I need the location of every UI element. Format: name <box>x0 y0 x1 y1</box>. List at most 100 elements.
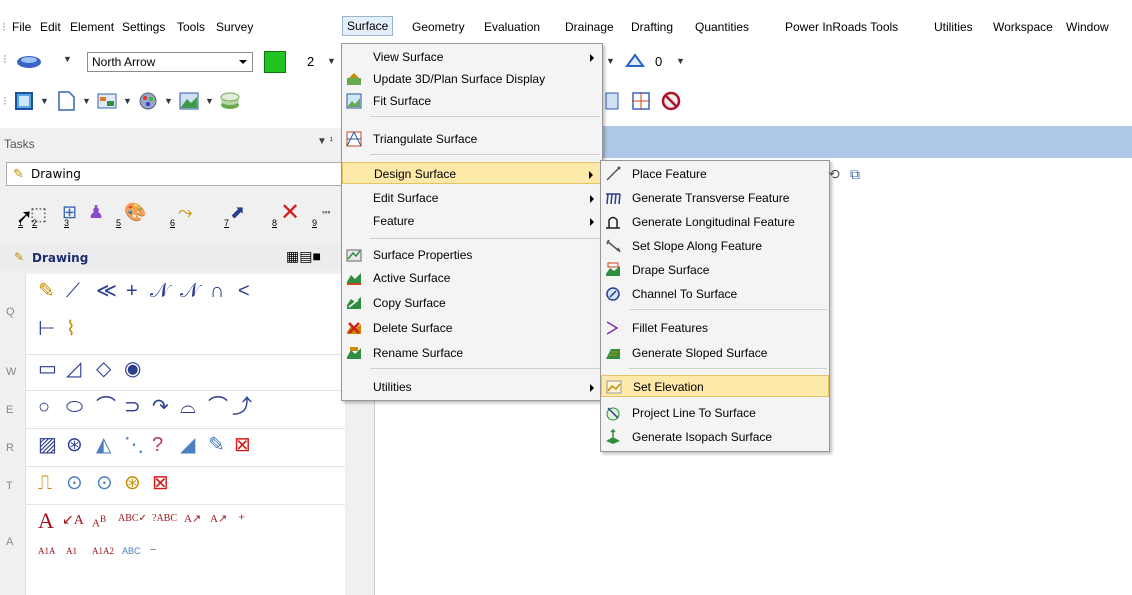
chevron-down-icon[interactable]: ▼ <box>606 56 615 66</box>
menu-edit[interactable]: Edit <box>40 20 61 34</box>
no-display-icon[interactable] <box>660 90 682 112</box>
menu-drainage[interactable]: Drainage <box>565 20 614 34</box>
reference-icon[interactable] <box>96 90 118 112</box>
submenu-item-place-feature[interactable]: Place Feature <box>601 163 829 185</box>
cube-view-icon[interactable] <box>13 90 35 112</box>
delete-icon[interactable]: ✕ <box>280 198 300 227</box>
menu-item-fit-surface[interactable]: Fit Surface <box>342 90 602 112</box>
brush-icon[interactable]: ♟ <box>88 202 104 223</box>
polyline-tool-icon[interactable]: 𝒩 <box>150 280 169 302</box>
text-query-tool-icon[interactable]: ?ABC <box>152 508 177 530</box>
area-fill-tool-icon[interactable]: ◢ <box>180 434 195 456</box>
cell-query-tool-icon[interactable]: ⊙ <box>96 472 113 494</box>
menu-tools[interactable]: Tools <box>177 20 205 34</box>
text-increment-tool-icon[interactable]: A↗ <box>184 508 201 530</box>
copy-increment-text-tool-icon[interactable]: A1A2 <box>92 540 114 562</box>
spell-check-tool-icon[interactable]: ABC✓ <box>118 508 147 530</box>
menu-item-update-display[interactable]: Update 3D/Plan Surface Display <box>342 68 602 90</box>
menu-power-inroads-tools[interactable]: Power InRoads Tools <box>785 20 898 34</box>
menu-item-utilities[interactable]: Utilities <box>342 376 602 398</box>
menu-item-design-surface[interactable]: Design Surface <box>342 162 602 184</box>
menu-surface[interactable]: Surface <box>342 16 394 36</box>
submenu-item-longitudinal-feature[interactable]: Generate Longitudinal Feature <box>601 211 829 233</box>
chevron-down-icon[interactable]: ▼ <box>676 56 685 66</box>
menu-evaluation[interactable]: Evaluation <box>484 20 540 34</box>
text-node-tool-icon[interactable]: ABC <box>122 540 141 562</box>
palette-icon[interactable]: 🎨 <box>124 202 146 223</box>
scale-icon[interactable]: ⬈ <box>230 202 245 223</box>
menu-item-rename-surface[interactable]: Rename Surface <box>342 342 602 364</box>
menu-utilities[interactable]: Utilities <box>934 20 973 34</box>
place-feature-tool-icon[interactable]: ✎ <box>38 280 55 302</box>
arc-3pt-tool-icon[interactable]: ⊃ <box>124 396 141 418</box>
menu-item-active-surface[interactable]: Active Surface <box>342 267 602 289</box>
view-mode-icon[interactable]: ▦▤■ <box>286 248 321 265</box>
layers-icon[interactable] <box>219 90 241 112</box>
submenu-item-sloped-surface[interactable]: Generate Sloped Surface <box>601 342 829 364</box>
submenu-item-project-line[interactable]: Project Line To Surface <box>601 402 829 424</box>
modify-arc-tool-icon[interactable]: ⌓ <box>180 396 196 418</box>
match-icon[interactable]: ⤳ <box>178 202 192 223</box>
polygon-tool-icon[interactable]: ◿ <box>66 358 81 380</box>
cell-delete-tool-icon[interactable]: ⊠ <box>152 472 169 494</box>
edit-pattern-tool-icon[interactable]: ✎ <box>208 434 225 456</box>
chevron-down-icon[interactable]: ▼ <box>164 96 173 106</box>
color-swatch[interactable] <box>264 51 286 73</box>
chevron-down-icon[interactable]: ▼ <box>63 54 72 64</box>
line-tool-icon[interactable]: ⟋ <box>66 280 80 302</box>
spline-tool-icon[interactable]: 𝒩 <box>180 280 199 302</box>
pin-dropdown-icon[interactable]: ▼ ¹ <box>317 136 333 147</box>
arc-extend-tool-icon[interactable]: ⤴ <box>232 396 252 418</box>
submenu-item-channel-surface[interactable]: Channel To Surface <box>601 283 829 305</box>
menu-window[interactable]: Window <box>1066 20 1109 34</box>
task-select[interactable]: ✎ Drawing <box>6 162 342 186</box>
menu-item-view-surface[interactable]: View Surface <box>342 46 602 68</box>
empty-node-tool-icon[interactable]: ┄ <box>150 540 156 562</box>
element-template-select[interactable]: North Arrow <box>87 52 253 72</box>
level-icon[interactable] <box>625 52 645 70</box>
crosshatch-tool-icon[interactable]: ⊛ <box>66 434 83 456</box>
menu-item-feature[interactable]: Feature <box>342 210 602 232</box>
pattern-tool-icon[interactable]: ◭ <box>96 434 111 456</box>
ellipse-tool-icon[interactable]: ⬭ <box>66 396 83 418</box>
menu-item-delete-surface[interactable]: Delete Surface <box>342 317 602 339</box>
menu-element[interactable]: Element <box>70 20 114 34</box>
cell-select-tool-icon[interactable]: ⊙ <box>66 472 83 494</box>
snap-grid-icon[interactable] <box>630 90 652 112</box>
multiline-tool-icon[interactable]: < <box>238 280 250 302</box>
place-text-tool-icon[interactable]: A <box>38 510 54 532</box>
submenu-item-transverse-feature[interactable]: Generate Transverse Feature <box>601 187 829 209</box>
chevron-down-icon[interactable]: ▼ <box>327 56 336 66</box>
trace-tool-icon[interactable]: ⌇ <box>66 318 76 340</box>
chevron-tool-icon[interactable]: ≪ <box>96 280 117 302</box>
area-query-tool-icon[interactable]: ? <box>152 434 163 456</box>
dimension-icon[interactable]: ┅ <box>322 204 330 221</box>
menu-item-surface-properties[interactable]: Surface Properties <box>342 244 602 266</box>
delete-pattern-tool-icon[interactable]: ⊠ <box>234 434 251 456</box>
chevron-down-icon[interactable]: ▼ <box>123 96 132 106</box>
menu-workspace[interactable]: Workspace <box>993 20 1053 34</box>
diamond-tool-icon[interactable]: ◇ <box>96 358 111 380</box>
arc-tool-icon[interactable]: ⌒ <box>96 396 116 418</box>
submenu-item-set-elevation[interactable]: Set Elevation <box>601 375 829 397</box>
chevron-down-icon[interactable]: ▼ <box>205 96 214 106</box>
copy-text-tool-icon[interactable]: A1A <box>38 540 56 562</box>
render-icon[interactable] <box>137 90 159 112</box>
rotate-view-icon[interactable]: ⟲ <box>828 166 840 183</box>
curve-tool-icon[interactable]: ∩ <box>210 280 224 302</box>
chevron-down-icon[interactable]: ▼ <box>82 96 91 106</box>
view-window-icon[interactable] <box>604 90 622 112</box>
increment-text-tool-icon[interactable]: A1 <box>66 540 77 562</box>
text-note-tool-icon[interactable]: ↙A <box>62 510 84 532</box>
menu-survey[interactable]: Survey <box>216 20 253 34</box>
menu-geometry[interactable]: Geometry <box>412 20 465 34</box>
circle-center-tool-icon[interactable]: ◉ <box>124 358 141 380</box>
menu-item-triangulate[interactable]: Triangulate Surface <box>342 128 602 150</box>
rectangle-tool-icon[interactable]: ▭ <box>38 358 57 380</box>
submenu-item-drape-surface[interactable]: Drape Surface <box>601 259 829 281</box>
number-text-tool-icon[interactable]: ⁺ <box>238 508 245 530</box>
hatch-tool-icon[interactable]: ▨ <box>38 434 57 456</box>
cell-edit-tool-icon[interactable]: ⊛ <box>124 472 141 494</box>
chevron-down-icon[interactable]: ▼ <box>40 96 49 106</box>
terrain-icon[interactable] <box>178 90 200 112</box>
